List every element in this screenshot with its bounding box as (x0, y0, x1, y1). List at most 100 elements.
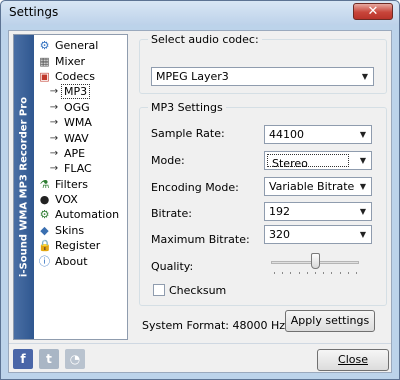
maximum-bitrate-label: Maximum Bitrate: (151, 233, 250, 246)
nav-item-general[interactable]: ⚙ General (38, 38, 128, 53)
chevron-down-icon: ▼ (359, 230, 367, 239)
maximum-bitrate-value: 320 (269, 228, 290, 241)
slider-tick (331, 272, 333, 274)
nav-item-label: OGG (64, 100, 90, 114)
lock-icon: 🔒 (38, 239, 52, 253)
slider-tick (306, 272, 308, 274)
codec-group-label: Select audio codec: (148, 33, 262, 46)
nav-item-about[interactable]: ⓘ About (38, 253, 128, 268)
slider-tick (282, 272, 284, 274)
window-title: Settings (9, 5, 59, 19)
rss-icon[interactable]: ◔ (65, 349, 85, 369)
settings-nav-panel: i-Sound WMA MP3 Recorder Pro ⚙ General ▦ Mi… (13, 34, 128, 340)
arrow-icon: → (49, 117, 59, 129)
nav-item-filters[interactable]: ⚗ Filters (38, 177, 128, 192)
mode-select[interactable]: Stereo ▼ (264, 151, 372, 170)
chevron-down-icon: ▼ (361, 72, 369, 81)
product-banner-text: i-Sound WMA MP3 Recorder Pro (18, 96, 30, 278)
chevron-down-icon: ▼ (359, 182, 367, 191)
settings-window: Settings ✕ i-Sound WMA MP3 Recorder Pro … (0, 0, 400, 380)
checksum-checkbox[interactable] (153, 284, 165, 296)
nav-item-label: MP3 (61, 84, 91, 100)
arrow-icon: → (49, 132, 59, 144)
nav-item-label: About (55, 254, 88, 268)
chevron-down-icon: ▼ (359, 207, 367, 216)
sample-rate-label: Sample Rate: (151, 127, 225, 140)
nav-item-label: Automation (55, 208, 120, 222)
nav-item-automation[interactable]: ⚙ Automation (38, 207, 128, 222)
nav-item-mp3[interactable]: → MP3 (38, 84, 128, 100)
nav-item-flac[interactable]: → FLAC (38, 161, 128, 176)
bitrate-select[interactable]: 192 ▼ (264, 202, 372, 221)
nav-item-label: Codecs (55, 69, 95, 83)
mode-value: Stereo (272, 157, 308, 170)
slider-tick (323, 272, 325, 274)
twitter-icon[interactable]: t (39, 349, 59, 369)
arrow-icon: → (49, 86, 59, 98)
bitrate-label: Bitrate: (151, 207, 192, 220)
chevron-down-icon: ▼ (359, 156, 367, 165)
slider-tick (298, 272, 300, 274)
rss-glyph: ◔ (69, 352, 81, 366)
nav-item-label: Mixer (55, 54, 86, 68)
checksum-label[interactable]: Checksum (169, 284, 226, 297)
info-icon: ⓘ (39, 254, 50, 268)
nav-item-codecs[interactable]: ▣ Codecs (38, 69, 128, 84)
nav-item-register[interactable]: 🔒 Register (38, 238, 128, 253)
nav-item-label: Register (55, 239, 101, 253)
settings-client-area: i-Sound WMA MP3 Recorder Pro ⚙ General ▦ Mi… (8, 30, 392, 373)
nav-item-mixer[interactable]: ▦ Mixer (38, 53, 128, 68)
vox-icon: ● (39, 193, 50, 207)
nav-item-ogg[interactable]: → OGG (38, 100, 128, 115)
skins-icon: ◆ (40, 223, 49, 237)
arrow-icon: → (49, 147, 59, 159)
maximum-bitrate-select[interactable]: 320 ▼ (264, 225, 372, 244)
nav-item-label: VOX (55, 193, 78, 207)
encoding-mode-value: Variable Bitrate (269, 180, 355, 193)
close-button[interactable]: Close (317, 349, 389, 371)
mode-focus-ring: Stereo (267, 154, 349, 170)
slider-tick (356, 272, 357, 274)
nav-item-label: WMA (64, 116, 92, 130)
title-bar[interactable]: Settings ✕ (1, 1, 399, 25)
nav-item-wav[interactable]: → WAV (38, 130, 128, 145)
codec-select[interactable]: MPEG Layer3 ▼ (151, 67, 374, 86)
apply-settings-button[interactable]: Apply settings (285, 310, 375, 332)
product-banner: i-Sound WMA MP3 Recorder Pro (14, 35, 34, 339)
encoding-mode-select[interactable]: Variable Bitrate ▼ (264, 177, 372, 196)
nav-item-label: WAV (64, 131, 89, 145)
nav-item-skins[interactable]: ◆ Skins (38, 223, 128, 238)
settings-tree: ⚙ General ▦ Mixer ▣ Codecs → MP3 → OGG → WMA → WAV → AP… (38, 38, 128, 269)
twitter-glyph: t (46, 352, 52, 366)
gear-icon: ⚙ (39, 39, 50, 53)
nav-item-vox[interactable]: ● VOX (38, 192, 128, 207)
nav-item-label: Filters (55, 177, 88, 191)
footer-divider (9, 343, 391, 344)
filter-icon: ⚗ (39, 177, 50, 191)
slider-tick (315, 272, 316, 274)
slider-tick (347, 272, 349, 274)
facebook-icon[interactable]: f (13, 349, 33, 369)
close-button-label: Close (338, 353, 368, 366)
quality-slider-thumb[interactable] (310, 253, 320, 269)
nav-item-ape[interactable]: → APE (38, 146, 128, 161)
mode-label: Mode: (151, 154, 185, 167)
encoding-mode-label: Encoding Mode: (151, 181, 239, 194)
sample-rate-select[interactable]: 44100 ▼ (264, 125, 372, 144)
quality-label: Quality: (151, 260, 194, 273)
slider-tick (290, 272, 292, 274)
slider-tick (339, 272, 341, 274)
nav-item-label: APE (64, 146, 86, 160)
sample-rate-value: 44100 (269, 128, 304, 141)
close-icon: ✕ (367, 4, 379, 19)
nav-item-wma[interactable]: → WMA (38, 115, 128, 130)
mp3-settings-group-label: MP3 Settings (148, 101, 226, 114)
arrow-icon: → (49, 101, 59, 113)
mixer-icon: ▦ (39, 54, 50, 68)
nav-item-label: Skins (55, 223, 85, 237)
nav-item-label: General (55, 39, 99, 53)
bitrate-value: 192 (269, 205, 290, 218)
window-close-button[interactable]: ✕ (353, 3, 393, 20)
automation-icon: ⚙ (39, 208, 50, 222)
slider-tick (274, 272, 275, 274)
